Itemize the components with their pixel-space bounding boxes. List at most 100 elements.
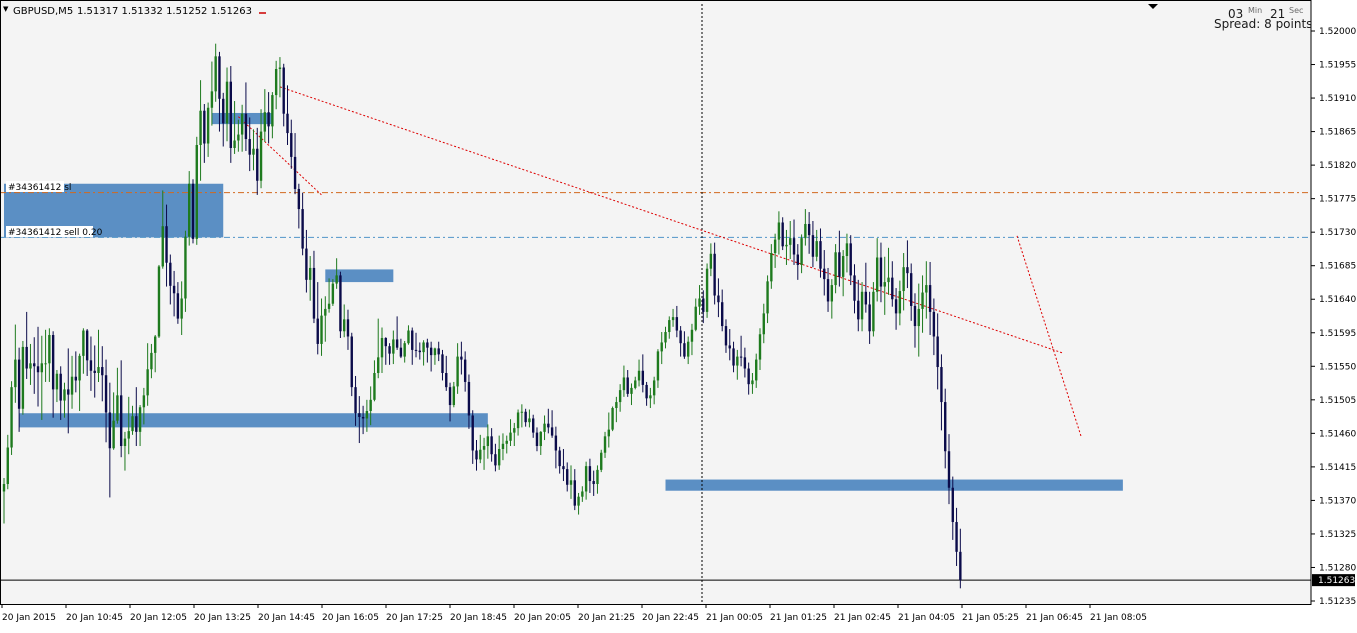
candle-bull (482, 446, 486, 450)
sl-order-label[interactable]: #34361412 sl (8, 183, 71, 193)
candle-bear (588, 466, 592, 482)
candle-bull (373, 373, 376, 400)
candle-bear (229, 81, 232, 148)
candle-bear (267, 112, 270, 127)
candle-bear (823, 268, 826, 280)
candle-bear (361, 416, 365, 419)
time-tick-label: 20 Jan 17:25 (386, 613, 443, 623)
candle-bull (497, 449, 501, 466)
candle-bull (887, 277, 890, 283)
candle-bear (826, 279, 830, 302)
candle-bull (154, 336, 157, 353)
time-tick-label: 21 Jan 08:05 (1090, 613, 1147, 623)
candle-bear (713, 253, 716, 296)
candle-bear (429, 347, 433, 356)
sell-order-label[interactable]: #34361412 sell 0.20 (8, 228, 103, 238)
candle-bull (48, 335, 51, 364)
candle-bull (70, 376, 74, 395)
candle-bear (290, 133, 293, 157)
candle-bear (494, 454, 497, 466)
candle-bull (237, 134, 240, 141)
candle-bull (142, 395, 146, 408)
candle-bear (675, 317, 679, 331)
candle-bull (804, 223, 807, 239)
candle-bear (796, 254, 799, 265)
candle-bull (652, 380, 656, 396)
candle-bull (278, 67, 282, 69)
candle-bull (690, 329, 694, 342)
candle-bear (853, 275, 856, 301)
candle-bear (25, 346, 28, 369)
candle-bear (910, 273, 913, 306)
candle-bull (539, 431, 542, 447)
candle-bull (214, 56, 217, 92)
candle-bull (789, 238, 792, 245)
dropdown-arrow-icon[interactable]: ▼ (3, 5, 9, 13)
candle-bull (184, 236, 187, 299)
time-tick-label: 20 Jan 18:45 (450, 613, 507, 623)
candle-bull (422, 342, 425, 353)
candle-bear (728, 345, 731, 349)
candle-bear (395, 339, 399, 348)
candle-bull (637, 370, 641, 381)
candle-bear (894, 299, 898, 314)
candle-bear (101, 367, 104, 376)
candle-bull (770, 253, 773, 282)
candle-bull (63, 389, 66, 401)
candle-bear (411, 330, 414, 350)
candle-bear (554, 435, 558, 451)
candle-bear (868, 304, 871, 332)
price-tick-label: 1.51865 (1319, 128, 1356, 138)
candle-bear (191, 183, 195, 239)
candle-bull (762, 313, 765, 335)
candle-bear (535, 432, 539, 447)
price-tick-label: 1.51820 (1319, 161, 1356, 171)
time-tick-label: 21 Jan 04:05 (898, 613, 955, 623)
candle-bull (452, 386, 456, 406)
candle-bull (925, 285, 928, 293)
candle-bear (807, 223, 811, 236)
candle-bull (82, 330, 85, 356)
price-tick-label: 1.51730 (1319, 228, 1356, 238)
candle-bear (947, 451, 951, 488)
candle-bull (505, 440, 508, 444)
candle-bear (108, 412, 112, 449)
chart-window[interactable]: #34361412 sl #34361412 sell 0.20 ▼ GBPUS… (0, 0, 1357, 629)
candle-bull (596, 469, 599, 485)
price-tick-label: 1.51325 (1319, 530, 1356, 540)
candle-bull (225, 81, 229, 124)
candle-bull (872, 291, 875, 332)
candle-bull (161, 226, 164, 267)
candle-bear (743, 357, 747, 369)
candle-bear (119, 395, 123, 447)
candle-bear (864, 291, 868, 305)
candle-bear (316, 318, 319, 344)
price-tick-label: 1.51280 (1319, 563, 1356, 573)
price-tick-label: 1.51955 (1319, 61, 1356, 71)
candle-bull (649, 395, 652, 399)
candle-bull (456, 356, 459, 387)
candle-bull (320, 315, 323, 344)
candle-bull (860, 291, 864, 320)
candle-bull (21, 346, 25, 409)
candle-bear (566, 469, 569, 485)
candle-bull (611, 408, 614, 430)
candle-bear (36, 366, 40, 373)
price-tick-label: 1.51370 (1319, 496, 1356, 506)
candle-bear (286, 113, 289, 134)
candle-bull (97, 367, 100, 373)
candle-bull (520, 411, 524, 413)
plot-background (0, 0, 1357, 629)
candle-bull (758, 334, 762, 360)
candle-bull (377, 357, 380, 373)
chart-symbol-timeframe: GBPUSD,M5 (13, 6, 73, 17)
time-tick-label: 21 Jan 06:45 (1026, 613, 1083, 623)
candle-bull (210, 91, 214, 108)
candle-bull (709, 253, 713, 269)
price-chart[interactable]: #34361412 sl #34361412 sell 0.20 ▼ GBPUS… (0, 0, 1357, 629)
candle-bear (819, 241, 822, 269)
candle-bear (248, 139, 251, 155)
candle-bear (471, 415, 474, 451)
candle-bull (324, 308, 327, 316)
candle-bull (751, 380, 754, 385)
